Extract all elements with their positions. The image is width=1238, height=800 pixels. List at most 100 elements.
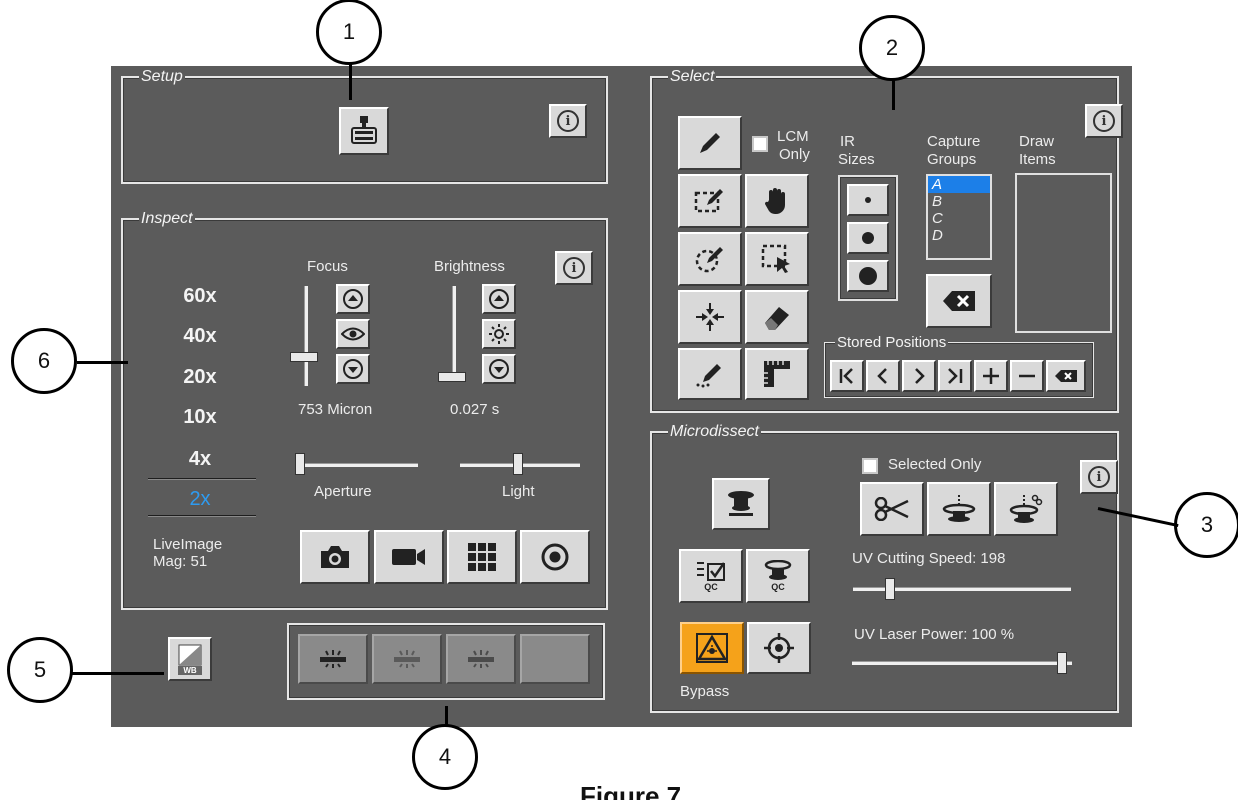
next-position-button[interactable] [902,360,936,392]
capture-group-item[interactable]: C [928,210,990,227]
tile-scan-button[interactable] [447,530,517,584]
brightness-auto-button[interactable] [482,319,516,349]
qc-checklist-button[interactable]: QC [679,549,743,603]
add-position-button[interactable] [974,360,1008,392]
uv-cutting-speed-thumb[interactable] [885,578,895,600]
aperture-slider-thumb[interactable] [295,453,305,475]
brightness-up-button[interactable] [482,284,516,314]
merge-button[interactable] [678,290,742,344]
mag-4x[interactable]: 4x [160,448,240,471]
draw-ellipse-button[interactable] [678,232,742,286]
focus-up-button[interactable] [336,284,370,314]
brightness-slider-track[interactable] [452,286,456,382]
uv-laser-power-thumb[interactable] [1057,652,1067,674]
last-icon [948,368,963,384]
lcm-only-checkbox[interactable] [752,136,768,152]
select-info-button[interactable]: i [1085,104,1123,138]
brightness-label: Brightness [434,258,505,275]
pan-hand-button[interactable] [745,174,809,228]
ir-size-large[interactable] [847,260,889,292]
target-button[interactable] [520,530,590,584]
select-region-button[interactable] [745,232,809,286]
ruler-icon [764,361,790,387]
wb-label: WB [178,665,202,675]
uv-laser-power-track[interactable] [852,661,1072,665]
prev-position-button[interactable] [866,360,900,392]
focus-slider-track[interactable] [304,286,308,386]
minus-icon [1019,374,1035,378]
mag-60x[interactable]: 60x [160,285,240,308]
arrows-inward-icon [696,303,724,331]
cut-and-capture-button[interactable] [994,482,1058,536]
focus-eye-button[interactable] [336,319,370,349]
brightness-slider-thumb[interactable] [438,372,466,382]
arrow-down-circle-icon [343,359,363,379]
draw-items-list[interactable] [1015,173,1112,333]
microdissect-info-button[interactable]: i [1080,460,1118,494]
callout-3: 3 [1174,492,1238,558]
record-video-button[interactable] [374,530,444,584]
callout-1-leader [349,64,352,100]
last-position-button[interactable] [938,360,972,392]
mag-40x[interactable]: 40x [160,325,240,348]
mag-20x[interactable]: 20x [160,366,240,389]
capture-group-item[interactable]: D [928,227,990,244]
arrow-up-circle-icon [343,289,363,309]
focus-slider-thumb[interactable] [290,352,318,362]
capture-button[interactable] [927,482,991,536]
measure-button[interactable] [745,348,809,400]
grid-icon [468,543,496,571]
ir-size-small[interactable] [847,184,889,216]
capture-group-item[interactable]: B [928,193,990,210]
snapshot-button[interactable] [300,530,370,584]
brightness-down-button[interactable] [482,354,516,384]
illumination-1-button[interactable] [298,634,368,684]
liveimage-label: LiveImage [153,536,223,553]
camera-icon [321,546,349,568]
mag-10x[interactable]: 10x [160,406,240,429]
backspace-icon [1055,370,1077,382]
setup-button[interactable] [339,107,389,155]
delete-group-button[interactable] [926,274,992,328]
remove-position-button[interactable] [1010,360,1044,392]
microscope-stage-icon [351,116,377,144]
white-balance-button[interactable]: WB [168,637,212,681]
clear-positions-button[interactable] [1046,360,1086,392]
capture-group-item[interactable]: A [928,176,990,193]
white-balance-icon [178,644,202,665]
draw-rect-button[interactable] [678,174,742,228]
lamp-icon [320,650,346,668]
illumination-2-button[interactable] [372,634,442,684]
focus-down-button[interactable] [336,354,370,384]
info-icon: i [563,257,585,279]
light-slider-thumb[interactable] [513,453,523,475]
qc-cap-button[interactable]: QC [746,549,810,603]
lamp-icon [394,650,420,668]
focus-value: 753 Micron [298,401,373,418]
laser-warning-icon [696,633,728,663]
ir-size-medium[interactable] [847,222,889,254]
draw-pencil-button[interactable] [678,116,742,170]
inspect-info-button[interactable]: i [555,251,593,285]
callout-4: 4 [412,724,478,790]
illumination-3-button[interactable] [446,634,516,684]
setup-info-button[interactable]: i [549,104,587,138]
cut-button[interactable] [860,482,924,536]
laser-target-button[interactable] [747,622,811,674]
first-position-button[interactable] [830,360,864,392]
illumination-4-button[interactable] [520,634,590,684]
bypass-laser-button[interactable] [680,622,744,674]
crosshair-icon [764,633,794,663]
freehand-button[interactable] [678,348,742,400]
callout-5-leader [72,672,164,675]
dashed-rect-cursor-icon [761,244,790,273]
figure-caption: Figure 7 [580,781,682,800]
capture-groups-list[interactable]: A B C D [926,174,992,260]
aperture-slider-track[interactable] [298,463,418,467]
focus-label: Focus [307,258,348,275]
cap-lift-button[interactable] [712,478,770,530]
pencil-icon [700,133,720,153]
mag-2x-selected[interactable]: 2x [160,488,240,511]
eraser-button[interactable] [745,290,809,344]
selected-only-checkbox[interactable] [862,458,878,474]
